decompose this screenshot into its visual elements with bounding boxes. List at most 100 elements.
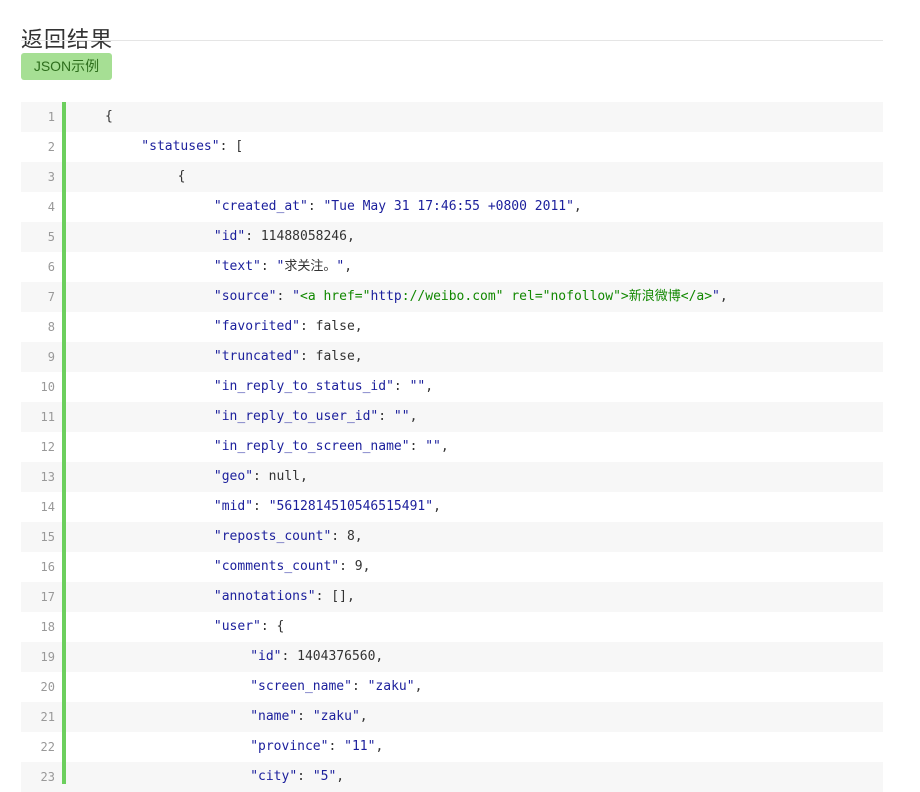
line-code: "city": "5", (250, 762, 344, 792)
code-token: : (307, 199, 324, 214)
line-code: "mid": "5612814510546515491", (214, 492, 441, 522)
code-token: : { (260, 619, 285, 634)
code-token: "screen_name" (250, 679, 352, 694)
code-token: "favorited" (213, 319, 300, 334)
code-line: 23 "city": "5", (21, 762, 883, 792)
code-token: "city" (250, 769, 298, 784)
code-line: 1{ (21, 102, 883, 132)
code-token: "id" (250, 649, 282, 664)
line-number: 2 (47, 140, 55, 154)
code-token: "id" (213, 229, 246, 244)
code-token: : 8, (331, 529, 363, 544)
line-number: 15 (40, 530, 55, 544)
line-number: 22 (40, 740, 55, 754)
line-code: "user": { (214, 612, 284, 642)
line-code: "in_reply_to_screen_name": "", (214, 432, 449, 462)
code-token: : false, (299, 349, 363, 364)
line-number: 12 (40, 440, 55, 454)
code-token: : (260, 259, 277, 274)
code-token: "" (409, 379, 426, 394)
code-token: : (351, 679, 368, 694)
code-token: <a href=" (300, 289, 371, 304)
code-token: , (425, 379, 434, 394)
code-gutter-bar (62, 102, 66, 784)
code-line: 8 "favorited": false, (21, 312, 883, 342)
code-token: : [], (315, 589, 355, 604)
code-line: 10 "in_reply_to_status_id": "", (21, 372, 883, 402)
line-number: 9 (47, 350, 55, 364)
code-token: "truncated" (213, 349, 300, 364)
line-number: 23 (40, 770, 55, 784)
line-number: 6 (47, 260, 55, 274)
code-token: "5612814510546515491" (268, 499, 434, 514)
code-token: { (177, 169, 186, 184)
code-token: , (440, 439, 449, 454)
code-token: "reposts_count" (213, 529, 332, 544)
code-line: 11 "in_reply_to_user_id": "", (21, 402, 883, 432)
code-line: 15 "reposts_count": 8, (21, 522, 883, 552)
api-doc-page: 返回结果 JSON示例 1{2 "statuses": [3{4 "created_… (0, 0, 920, 792)
code-token: "11" (344, 739, 376, 754)
code-token: " (292, 289, 300, 304)
code-token: : (276, 289, 293, 304)
line-code: { (105, 102, 113, 132)
line-number: 17 (40, 590, 55, 604)
code-token: "name" (250, 709, 298, 724)
code-token: " (336, 259, 345, 274)
code-line: 6 "text": "求关注。", (21, 252, 883, 282)
line-code: "text": "求关注。", (214, 252, 352, 282)
code-token: "geo" (213, 469, 254, 484)
line-number: 4 (47, 200, 55, 214)
line-number: 19 (40, 650, 55, 664)
code-token: "in_reply_to_screen_name" (213, 439, 410, 454)
json-example-tab[interactable]: JSON示例 (21, 53, 112, 80)
code-token: http (370, 289, 402, 304)
line-code: "in_reply_to_user_id": "", (214, 402, 418, 432)
line-number: 10 (40, 380, 55, 394)
line-code: "comments_count": 9, (214, 552, 371, 582)
line-code: "created_at": "Tue May 31 17:46:55 +0800… (214, 192, 582, 222)
code-token: "annotations" (213, 589, 316, 604)
code-token: , (336, 769, 345, 784)
code-token: : (297, 709, 313, 724)
code-token: "province" (250, 739, 329, 754)
code-token: , (414, 679, 423, 694)
code-token: " (712, 289, 720, 304)
code-line: 12 "in_reply_to_screen_name": "", (21, 432, 883, 462)
line-code: "favorited": false, (214, 312, 363, 342)
code-line: 20 "screen_name": "zaku", (21, 672, 883, 702)
code-token: : (328, 739, 345, 754)
line-number: 16 (40, 560, 55, 574)
code-token: : (393, 379, 410, 394)
code-token: "mid" (213, 499, 254, 514)
code-token: , (359, 709, 368, 724)
code-token: "in_reply_to_user_id" (213, 409, 379, 424)
code-token: , (719, 289, 728, 304)
line-number: 18 (40, 620, 55, 634)
line-number: 7 (47, 290, 55, 304)
code-token: "created_at" (213, 199, 308, 214)
line-code: "id": 1404376560, (250, 642, 383, 672)
line-code: "screen_name": "zaku", (250, 672, 422, 702)
code-line: 4 "created_at": "Tue May 31 17:46:55 +080… (21, 192, 883, 222)
code-line: 7 "source": "<a href="http://weibo.com" r… (21, 282, 883, 312)
code-token: : (409, 439, 426, 454)
line-number: 11 (40, 410, 55, 424)
code-token: : 9, (339, 559, 371, 574)
code-line: 13 "geo": null, (21, 462, 883, 492)
code-token: "in_reply_to_status_id" (213, 379, 394, 394)
line-code: { (178, 162, 186, 192)
line-code: "in_reply_to_status_id": "", (214, 372, 433, 402)
code-line: 2 "statuses": [ (21, 132, 883, 162)
title-divider (21, 40, 883, 41)
code-token: : (297, 769, 313, 784)
code-line: 9 "truncated": false, (21, 342, 883, 372)
code-token: : (253, 499, 269, 514)
code-token: , (573, 199, 582, 214)
code-token: "user" (213, 619, 261, 634)
line-number: 1 (47, 110, 55, 124)
code-token: : [ (219, 139, 244, 154)
line-code: "truncated": false, (214, 342, 363, 372)
code-token: 求关注。 (284, 259, 337, 274)
code-token: "statuses" (141, 139, 220, 154)
